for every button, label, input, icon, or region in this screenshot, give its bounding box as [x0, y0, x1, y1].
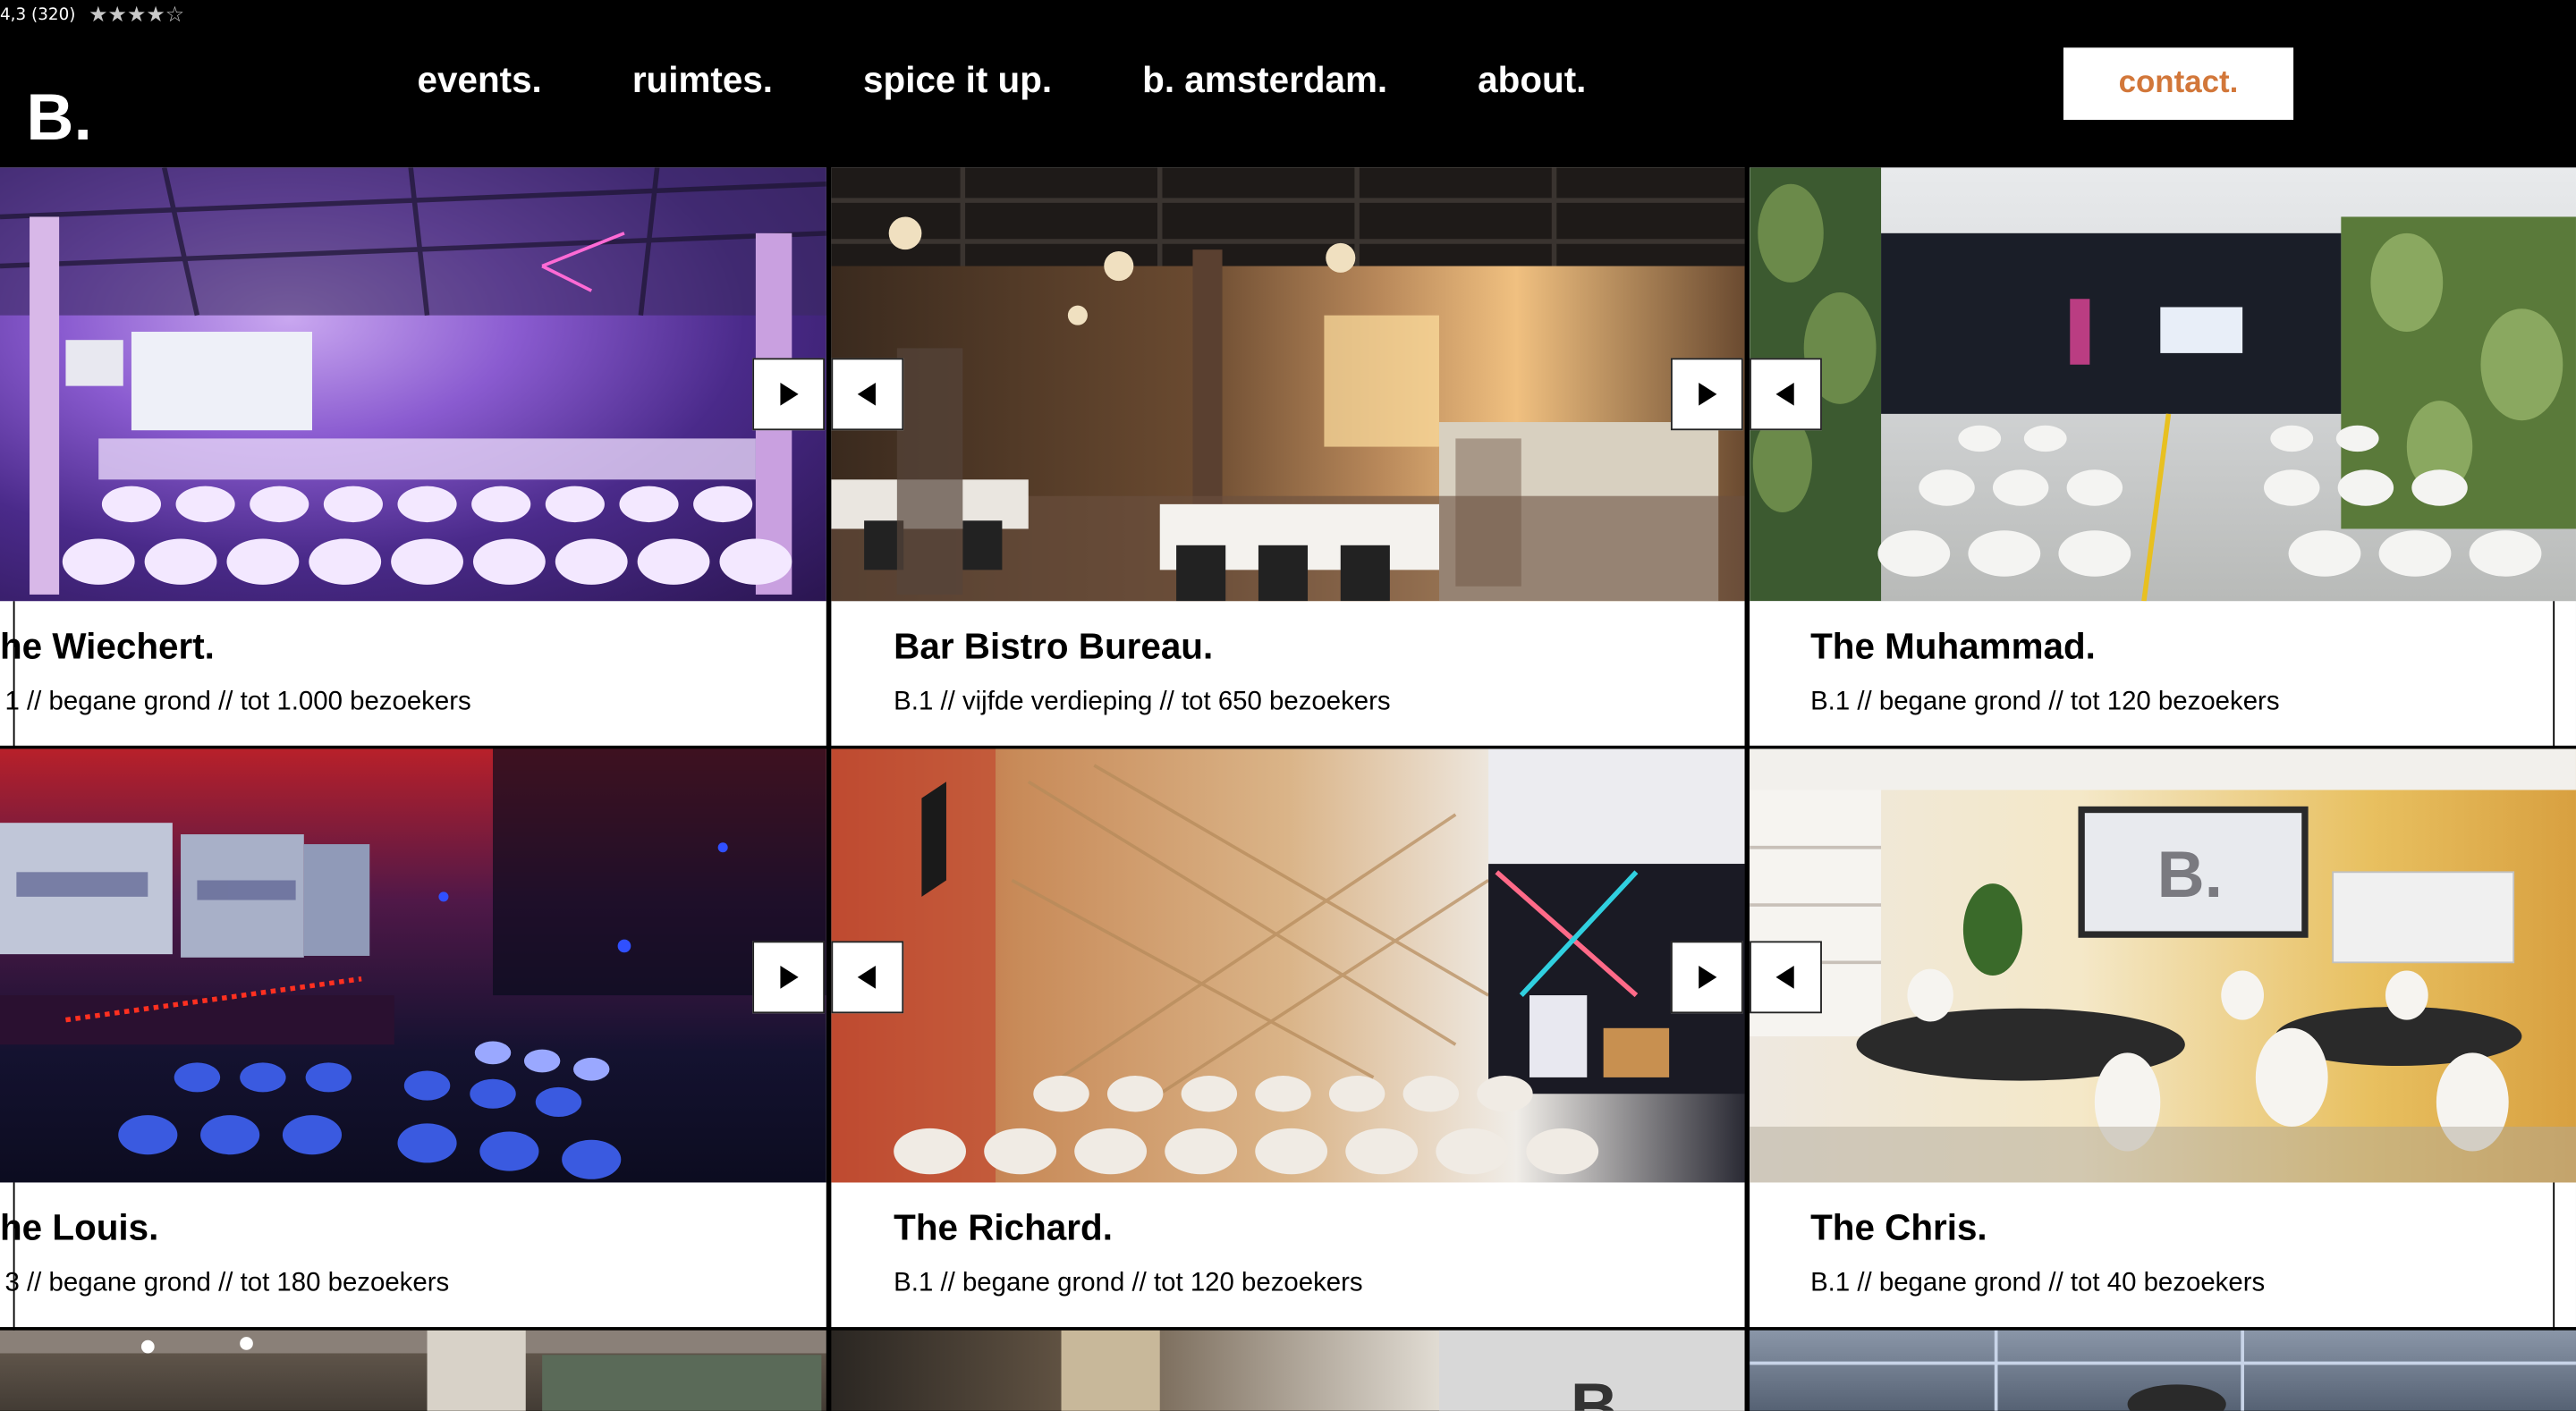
room-details: 3 // begane grond // tot 180 bezoekers [4, 1269, 450, 1298]
play-left-icon [1775, 965, 1794, 989]
prev-button[interactable] [1750, 358, 1822, 431]
column-divider [13, 1182, 15, 1331]
play-right-icon [780, 965, 799, 989]
svg-text:B.: B. [2157, 837, 2223, 911]
room-photo [0, 167, 826, 602]
room-title: he Wiechert. [0, 625, 215, 667]
rating-widget[interactable]: 4,3 (320) ★★★★☆ [0, 4, 184, 29]
prev-button[interactable] [1750, 941, 1822, 1014]
room-card-wiechert[interactable]: he Wiechert. 1 // begane grond // tot 1.… [0, 167, 826, 746]
room-photo [1750, 167, 2576, 602]
room-card-richard[interactable]: The Richard. B.1 // begane grond // tot … [831, 748, 1745, 1328]
prev-button[interactable] [831, 358, 904, 431]
play-left-icon [857, 382, 876, 406]
room-title: Bar Bistro Bureau. [894, 625, 1214, 667]
play-left-icon [857, 965, 876, 989]
svg-text:B: B [1571, 1369, 1618, 1411]
rooms-grid: he Wiechert. 1 // begane grond // tot 1.… [0, 167, 2576, 1411]
nav-spice-it-up[interactable]: spice it up. [863, 59, 1052, 102]
page: 4,3 (320) ★★★★☆ B. events. ruimtes. spic… [0, 0, 2576, 1411]
column-divider [826, 167, 830, 1411]
column-divider [1744, 167, 1749, 1411]
play-right-icon [1699, 382, 1717, 406]
star-rating-icon: ★★★★☆ [89, 3, 185, 29]
room-title: The Muhammad. [1810, 625, 2096, 667]
next-button[interactable] [1670, 358, 1743, 431]
room-details: 1 // begane grond // tot 1.000 bezoekers [4, 688, 471, 716]
room-details: B.1 // vijfde verdieping // tot 650 bezo… [894, 688, 1391, 716]
column-divider [2553, 1182, 2555, 1331]
nav-ruimtes[interactable]: ruimtes. [632, 59, 773, 102]
room-card-partial[interactable]: B [831, 1330, 1745, 1411]
room-title: he Louis. [0, 1206, 159, 1248]
room-photo [0, 748, 826, 1183]
column-divider [13, 601, 15, 749]
room-card-bar-bistro-bureau[interactable]: Bar Bistro Bureau. B.1 // vijfde verdiep… [831, 167, 1745, 746]
site-logo[interactable]: B. [26, 82, 91, 155]
room-card-partial[interactable] [1750, 1330, 2576, 1411]
room-photo [831, 167, 1745, 602]
room-photo [831, 748, 1745, 1183]
contact-button[interactable]: contact. [2063, 47, 2294, 121]
room-card-partial[interactable] [0, 1330, 826, 1411]
main-nav: events. ruimtes. spice it up. b. amsterd… [418, 59, 1677, 102]
nav-about[interactable]: about. [1478, 59, 1586, 102]
nav-events[interactable]: events. [418, 59, 542, 102]
play-right-icon [1699, 965, 1717, 989]
room-title: The Richard. [894, 1206, 1113, 1248]
rating-text: 4,3 (320) [0, 6, 76, 25]
room-details: B.1 // begane grond // tot 40 bezoekers [1810, 1269, 2266, 1298]
room-details: B.1 // begane grond // tot 120 bezoekers [894, 1269, 1363, 1298]
play-left-icon [1775, 382, 1794, 406]
room-title: The Chris. [1810, 1206, 1987, 1248]
column-divider [2553, 601, 2555, 749]
room-card-chris[interactable]: B. The Chris. B.1 // begane grond // tot… [1750, 748, 2576, 1328]
next-button[interactable] [1670, 941, 1743, 1014]
prev-button[interactable] [831, 941, 904, 1014]
nav-b-amsterdam[interactable]: b. amsterdam. [1142, 59, 1387, 102]
room-card-muhammad[interactable]: The Muhammad. B.1 // begane grond // tot… [1750, 167, 2576, 746]
play-right-icon [780, 382, 799, 406]
room-details: B.1 // begane grond // tot 120 bezoekers [1810, 688, 2280, 716]
next-button[interactable] [752, 358, 826, 431]
room-card-louis[interactable]: he Louis. 3 // begane grond // tot 180 b… [0, 748, 826, 1328]
next-button[interactable] [752, 941, 826, 1014]
room-photo: B. [1750, 748, 2576, 1183]
